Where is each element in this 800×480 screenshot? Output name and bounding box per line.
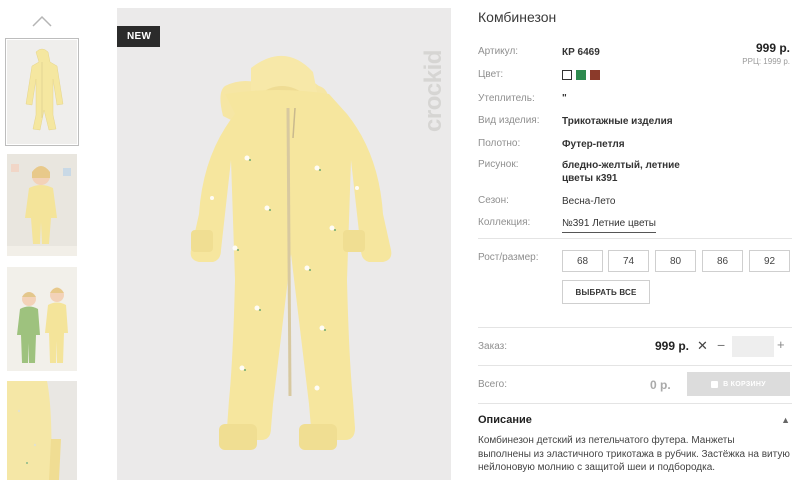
add-to-cart-label: В КОРЗИНУ	[723, 380, 766, 388]
insulation-value: "	[562, 93, 567, 104]
add-to-cart-button[interactable]: В КОРЗИНУ	[687, 372, 790, 396]
collapse-icon[interactable]: ▲	[781, 415, 790, 425]
main-product-image[interactable]: NEW crockid	[117, 8, 451, 480]
total-value: 0 р.	[650, 378, 671, 392]
size-option-86[interactable]: 86	[702, 250, 743, 272]
select-all-button[interactable]: ВЫБРАТЬ ВСЕ	[562, 280, 650, 304]
size-label: Рост/размер:	[478, 252, 539, 263]
article-value: КР 6469	[562, 47, 600, 58]
order-price: 999 р.	[655, 339, 690, 353]
season-label: Сезон:	[478, 195, 509, 206]
product-title: Комбинезон	[478, 9, 557, 25]
collection-link[interactable]: №391 Летние цветы	[562, 217, 656, 233]
thumb-sleeve-closeup[interactable]	[7, 381, 77, 480]
season-value: Весна-Лето	[562, 196, 616, 207]
product-type-value: Трикотажные изделия	[562, 116, 673, 127]
pattern-label: Рисунок:	[478, 159, 519, 170]
product-price: 999 р.	[755, 41, 790, 55]
size-option-74[interactable]: 74	[608, 250, 649, 272]
decrease-quantity-button[interactable]: −	[717, 337, 725, 353]
article-label: Артикул:	[478, 46, 519, 57]
chevron-up-icon[interactable]	[31, 14, 53, 28]
order-label: Заказ:	[478, 341, 508, 352]
fabric-label: Полотно:	[478, 138, 521, 149]
divider	[478, 365, 792, 366]
size-option-68[interactable]: 68	[562, 250, 603, 272]
collection-label: Коллекция:	[478, 217, 531, 228]
total-label: Всего:	[478, 379, 507, 390]
clear-icon[interactable]: ✕	[697, 338, 708, 354]
divider	[478, 327, 792, 328]
color-swatch-green[interactable]	[576, 70, 586, 80]
thumb-product-front[interactable]	[5, 38, 79, 146]
increase-quantity-button[interactable]: +	[777, 337, 785, 352]
product-type-label: Вид изделия:	[478, 115, 540, 126]
quantity-input[interactable]	[732, 336, 774, 357]
cart-icon	[711, 380, 719, 388]
fabric-value: Футер-петля	[562, 139, 625, 150]
color-label: Цвет:	[478, 69, 504, 80]
thumb-child-standing[interactable]	[7, 154, 77, 256]
color-swatch-white[interactable]	[562, 70, 572, 80]
color-swatch-brown[interactable]	[590, 70, 600, 80]
thumbnail-gallery	[0, 0, 82, 480]
divider	[478, 403, 792, 404]
size-option-92[interactable]: 92	[749, 250, 790, 272]
pattern-value: бледно-желтый, летние цветы к391	[562, 160, 680, 184]
description-title: Описание	[478, 414, 532, 426]
insulation-label: Утеплитель:	[478, 93, 535, 104]
recommended-price: РРЦ: 1999 р.	[742, 57, 790, 66]
divider	[478, 238, 792, 239]
description-text: Комбинезон детский из петельчатого футер…	[478, 435, 790, 473]
thumb-two-children[interactable]	[7, 267, 77, 371]
jumpsuit-illustration	[190, 55, 392, 450]
product-details: Комбинезон 999 р. РРЦ: 1999 р. Артикул: …	[478, 0, 792, 480]
size-option-80[interactable]: 80	[655, 250, 696, 272]
